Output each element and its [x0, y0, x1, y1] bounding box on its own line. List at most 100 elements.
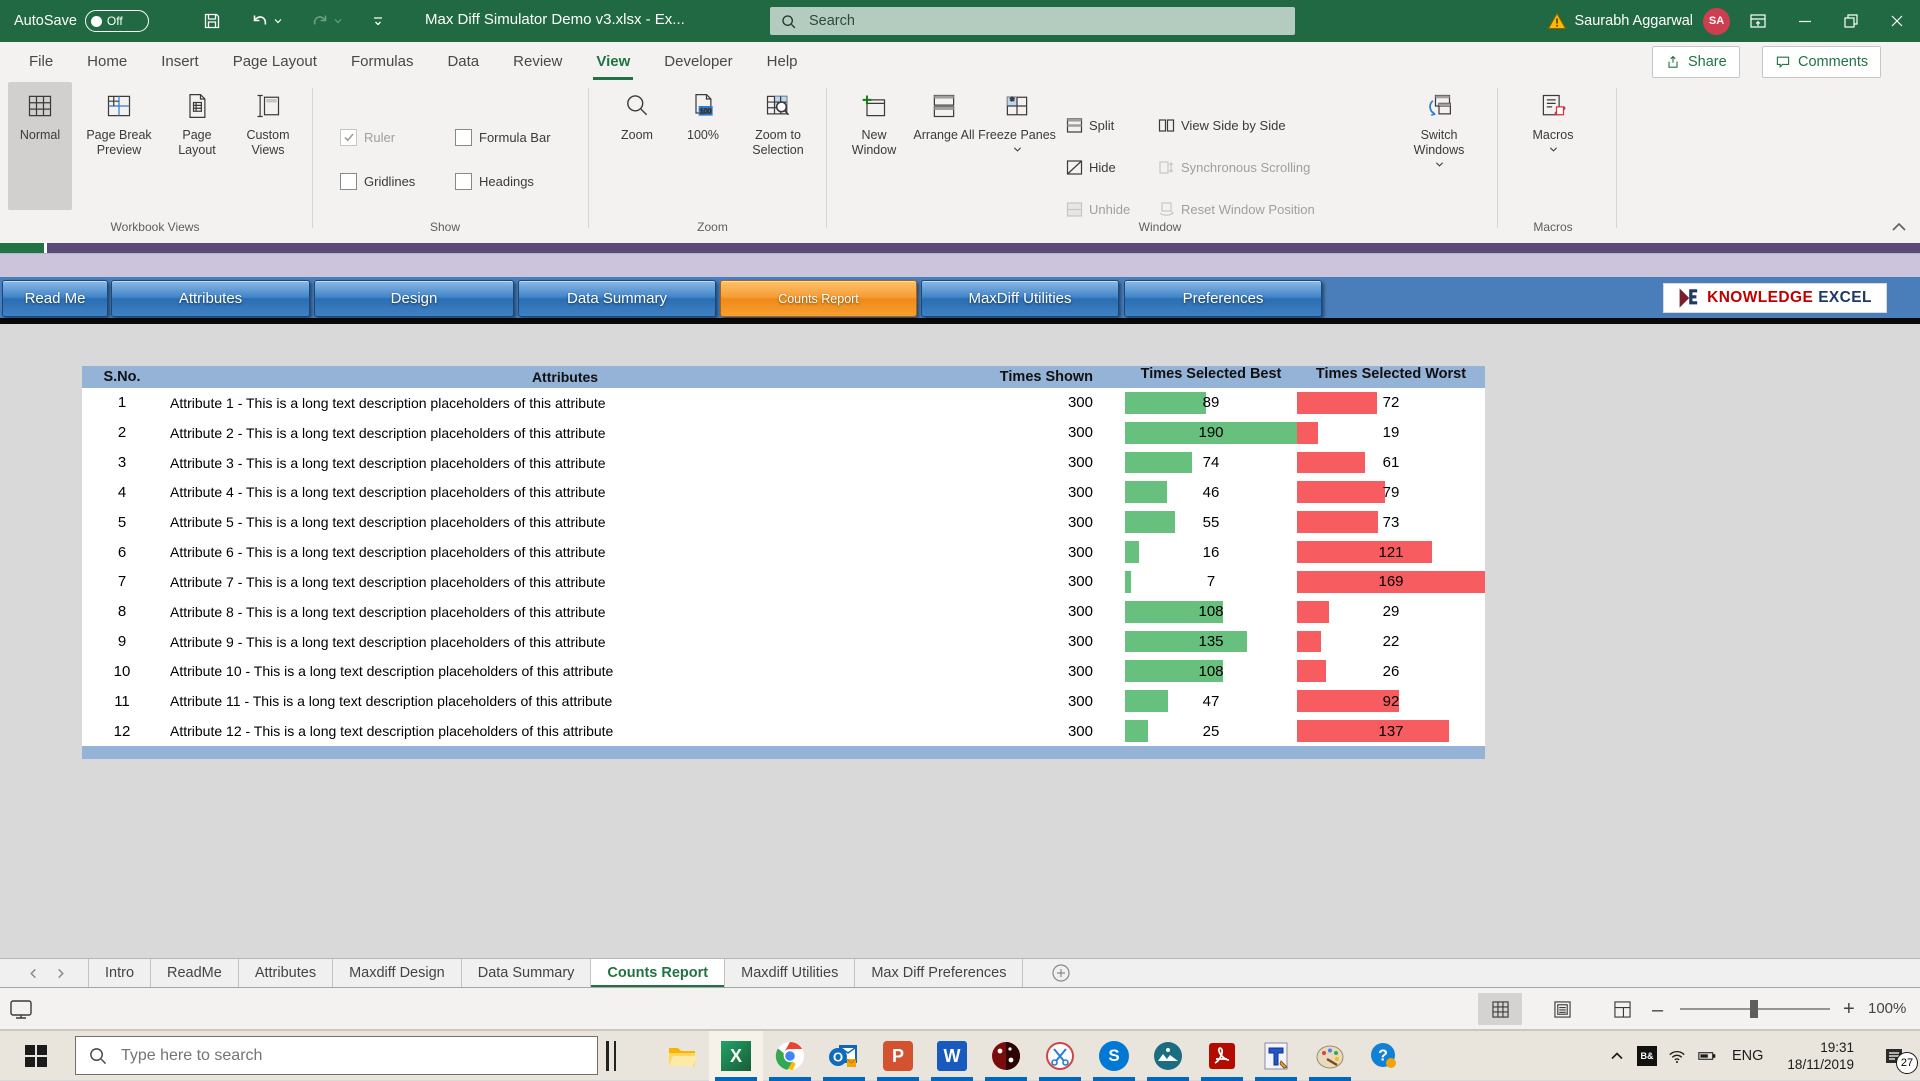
minimize-button[interactable] [1782, 0, 1828, 42]
scroll-tabs-right-icon[interactable] [55, 968, 66, 979]
ribbon-tab-file[interactable]: File [12, 42, 70, 80]
tray-expand-button[interactable] [1602, 1031, 1632, 1081]
action-center-button[interactable]: 27 [1868, 1031, 1920, 1081]
normal-button[interactable]: Normal [8, 82, 72, 210]
taskbar-app-powerpoint[interactable]: P [871, 1031, 925, 1081]
share-button[interactable]: Share [1652, 46, 1740, 78]
ribbon-display-options-icon[interactable] [1748, 11, 1768, 31]
nav-button-counts-report[interactable]: Counts Report [720, 280, 917, 317]
taskbar-app-file-explorer[interactable] [655, 1031, 709, 1081]
autosave-toggle[interactable]: AutoSave Off [14, 8, 149, 34]
page-layout-button[interactable]: Page Layout [166, 82, 228, 210]
ribbon-tab-developer[interactable]: Developer [647, 42, 749, 80]
synchronous-scrolling-button[interactable]: Synchronous Scrolling [1158, 156, 1310, 178]
tray-app-icon[interactable]: B& [1632, 1031, 1662, 1081]
ribbon-tab-page-layout[interactable]: Page Layout [216, 42, 334, 80]
taskbar-search-input[interactable] [119, 1046, 585, 1066]
taskbar-app-acrobat[interactable] [1195, 1031, 1249, 1081]
nav-button-preferences[interactable]: Preferences [1124, 280, 1322, 317]
start-button[interactable] [12, 1031, 60, 1081]
zoom-in-button[interactable]: + [1843, 998, 1855, 1021]
taskbar-app-paint[interactable] [1303, 1031, 1357, 1081]
undo-button[interactable] [250, 7, 283, 35]
reset-window-position-button[interactable]: Reset Window Position [1158, 198, 1315, 220]
taskbar-app-chrome[interactable] [763, 1031, 817, 1081]
zoom-out-button[interactable]: – [1652, 999, 1663, 1022]
comments-button[interactable]: Comments [1762, 46, 1881, 78]
taskbar-app-word[interactable]: W [925, 1031, 979, 1081]
unhide-button[interactable]: Unhide [1066, 198, 1130, 220]
ruler-checkbox[interactable]: Ruler [340, 128, 395, 146]
document-title: Max Diff Simulator Demo v3.xlsx - Ex... [425, 11, 685, 28]
custom-views-button[interactable]: Custom Views [232, 82, 304, 210]
zoom-to-selection-button[interactable]: Zoom to Selection [738, 82, 818, 210]
ribbon-tab-help[interactable]: Help [750, 42, 815, 80]
ribbon-tab-insert[interactable]: Insert [144, 42, 216, 80]
split-button[interactable]: Split [1066, 114, 1114, 136]
wifi-icon[interactable] [1662, 1031, 1692, 1081]
view-side-by-side-button[interactable]: View Side by Side [1158, 114, 1286, 136]
new-sheet-button[interactable] [1051, 959, 1071, 987]
sheet-tab-intro[interactable]: Intro [88, 959, 151, 987]
taskbar-app-text-editor[interactable] [1249, 1031, 1303, 1081]
avatar[interactable]: SA [1703, 8, 1730, 35]
hide-button[interactable]: Hide [1066, 156, 1116, 178]
search-box[interactable] [770, 7, 1295, 35]
view-page-break-button[interactable] [1600, 993, 1644, 1025]
new-window-button[interactable]: New Window [840, 82, 908, 210]
restore-button[interactable] [1828, 0, 1874, 42]
nav-button-data-summary[interactable]: Data Summary [518, 280, 716, 317]
sheet-tab-data-summary[interactable]: Data Summary [462, 959, 592, 987]
100-button[interactable]: 100100% [672, 82, 734, 210]
sheet-tab-counts-report[interactable]: Counts Report [591, 959, 725, 987]
formula-bar-checkbox[interactable]: Formula Bar [455, 128, 551, 146]
zoom-level[interactable]: 100% [1868, 1000, 1906, 1017]
zoom-slider-thumb[interactable] [1750, 1000, 1758, 1018]
close-button[interactable] [1874, 0, 1920, 42]
sheet-tab-readme[interactable]: ReadMe [151, 959, 239, 987]
battery-icon[interactable] [1692, 1031, 1722, 1081]
ribbon-tab-review[interactable]: Review [496, 42, 579, 80]
task-view-button[interactable] [606, 1041, 624, 1071]
ribbon-tab-data[interactable]: Data [430, 42, 496, 80]
scroll-tabs-left-icon[interactable] [28, 968, 39, 979]
status-icon[interactable] [8, 996, 34, 1022]
nav-button-maxdiff-utilities[interactable]: MaxDiff Utilities [921, 280, 1119, 317]
taskbar-app-skype[interactable]: S [1087, 1031, 1141, 1081]
taskbar-search-box[interactable] [75, 1036, 598, 1075]
search-input[interactable] [807, 12, 1285, 30]
nav-button-design[interactable]: Design [314, 280, 514, 317]
gridlines-checkbox[interactable]: Gridlines [340, 172, 415, 190]
arrange-all-button[interactable]: Arrange All [912, 82, 976, 210]
ribbon-tab-view[interactable]: View [579, 42, 647, 80]
nav-button-attributes[interactable]: Attributes [111, 280, 310, 317]
macros-button[interactable]: Macros [1518, 82, 1588, 210]
collapse-ribbon-icon[interactable] [1890, 218, 1908, 236]
sheet-tab-maxdiff-design[interactable]: Maxdiff Design [333, 959, 462, 987]
page-break-preview-button[interactable]: Page Break Preview [76, 82, 162, 210]
save-button[interactable] [202, 7, 222, 35]
view-page-layout-button[interactable] [1540, 993, 1584, 1025]
taskbar-app-snipping-tool[interactable] [1033, 1031, 1087, 1081]
user-name[interactable]: Saurabh Aggarwal [1575, 13, 1694, 29]
taskbar-app-media-app[interactable] [979, 1031, 1033, 1081]
taskbar-app-help[interactable]: ? [1357, 1031, 1411, 1081]
switch-windows-button[interactable]: Switch Windows [1398, 82, 1480, 210]
taskbar-app-paint3d[interactable] [1141, 1031, 1195, 1081]
sheet-tab-maxdiff-utilities[interactable]: Maxdiff Utilities [725, 959, 855, 987]
quick-access-customize-button[interactable] [372, 7, 384, 35]
zoom-button[interactable]: Zoom [606, 82, 668, 210]
headings-checkbox[interactable]: Headings [455, 172, 534, 190]
taskbar-app-excel[interactable]: X [709, 1031, 763, 1081]
nav-button-read-me[interactable]: Read Me [2, 280, 108, 317]
sheet-tab-attributes[interactable]: Attributes [239, 959, 333, 987]
freeze-panes-button[interactable]: *Freeze Panes [978, 82, 1056, 210]
language-indicator[interactable]: ENG [1732, 1048, 1763, 1064]
taskbar-app-outlook[interactable]: O [817, 1031, 871, 1081]
ribbon-tab-formulas[interactable]: Formulas [334, 42, 431, 80]
ribbon-tab-home[interactable]: Home [70, 42, 144, 80]
view-normal-button[interactable] [1478, 993, 1522, 1025]
sheet-tab-max-diff-preferences[interactable]: Max Diff Preferences [855, 959, 1023, 987]
redo-button[interactable] [310, 7, 343, 35]
clock[interactable]: 19:31 18/11/2019 [1787, 1039, 1854, 1073]
